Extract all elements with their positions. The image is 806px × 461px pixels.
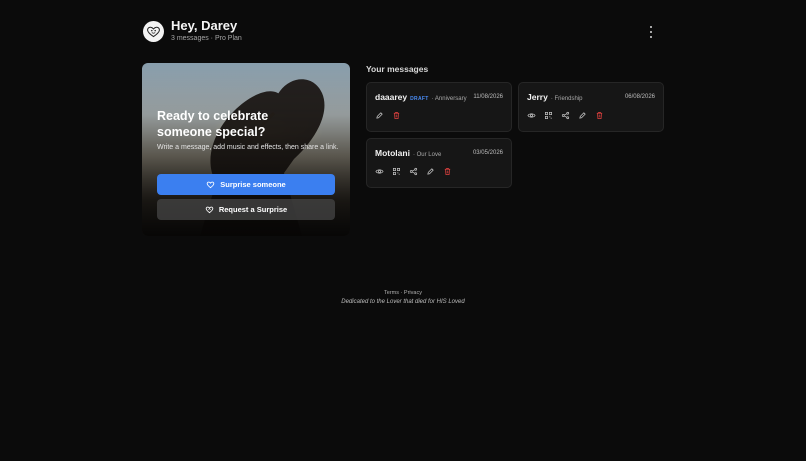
recipient-name: daaarey: [375, 92, 408, 102]
surprise-someone-button[interactable]: Surprise someone: [157, 174, 335, 195]
hero-card: Ready to celebrate someone special? Writ…: [142, 63, 350, 236]
footer-links: Terms · Privacy: [0, 290, 806, 296]
card-actions: [527, 111, 604, 120]
surprise-someone-label: Surprise someone: [220, 180, 286, 189]
privacy-link[interactable]: Privacy: [404, 290, 422, 296]
greeting-title: Hey, Darey: [171, 18, 238, 33]
hero-description: Write a message, add music and effects, …: [157, 144, 339, 151]
recipient-name: Jerry: [527, 92, 548, 102]
card-actions: [375, 167, 452, 176]
qr-icon[interactable]: [544, 111, 553, 120]
page-header: Hey, Darey 3 messages · Pro Plan: [143, 18, 663, 48]
delete-icon[interactable]: [595, 111, 604, 120]
heart-face-icon: [147, 26, 160, 38]
occasion-label: · Our Love: [412, 152, 442, 158]
message-card[interactable]: Jerry · Friendship 06/08/2026: [518, 82, 664, 132]
dedication-text: Dedicated to the Lover that died for HIS…: [341, 299, 465, 305]
qr-icon[interactable]: [392, 167, 401, 176]
edit-icon[interactable]: [375, 111, 384, 120]
message-date: 06/08/2026: [624, 94, 655, 100]
account-summary: 3 messages · Pro Plan: [171, 35, 242, 42]
edit-icon[interactable]: [426, 167, 435, 176]
kebab-menu-icon[interactable]: [647, 26, 655, 38]
recipient-name: Motolani: [375, 148, 410, 158]
delete-icon[interactable]: [443, 167, 452, 176]
heart-icon: [206, 181, 215, 189]
message-card[interactable]: daaarey DRAFT · Anniversary 11/08/2026: [366, 82, 512, 132]
request-surprise-label: Request a Surprise: [218, 205, 288, 214]
avatar[interactable]: [143, 21, 164, 42]
occasion-label: · Friendship: [550, 96, 583, 102]
view-icon[interactable]: [527, 111, 536, 120]
messages-section-title: Your messages: [366, 64, 429, 74]
delete-icon[interactable]: [392, 111, 401, 120]
share-icon[interactable]: [561, 111, 570, 120]
card-actions: [375, 111, 401, 120]
occasion-label: · Anniversary: [431, 96, 467, 102]
terms-link[interactable]: Terms: [384, 290, 399, 296]
message-card[interactable]: Motolani · Our Love 03/05/2026: [366, 138, 512, 188]
message-date: 11/08/2026: [473, 94, 503, 100]
hero-title: Ready to celebrate someone special?: [157, 109, 269, 139]
message-date: 03/05/2026: [472, 150, 503, 156]
draft-badge: DRAFT: [410, 96, 429, 102]
share-icon[interactable]: [409, 167, 418, 176]
request-surprise-button[interactable]: Request a Surprise: [157, 199, 335, 220]
footer-separator: ·: [400, 290, 403, 296]
view-icon[interactable]: [375, 167, 384, 176]
edit-icon[interactable]: [578, 111, 587, 120]
heart-outline-icon: [205, 206, 214, 214]
